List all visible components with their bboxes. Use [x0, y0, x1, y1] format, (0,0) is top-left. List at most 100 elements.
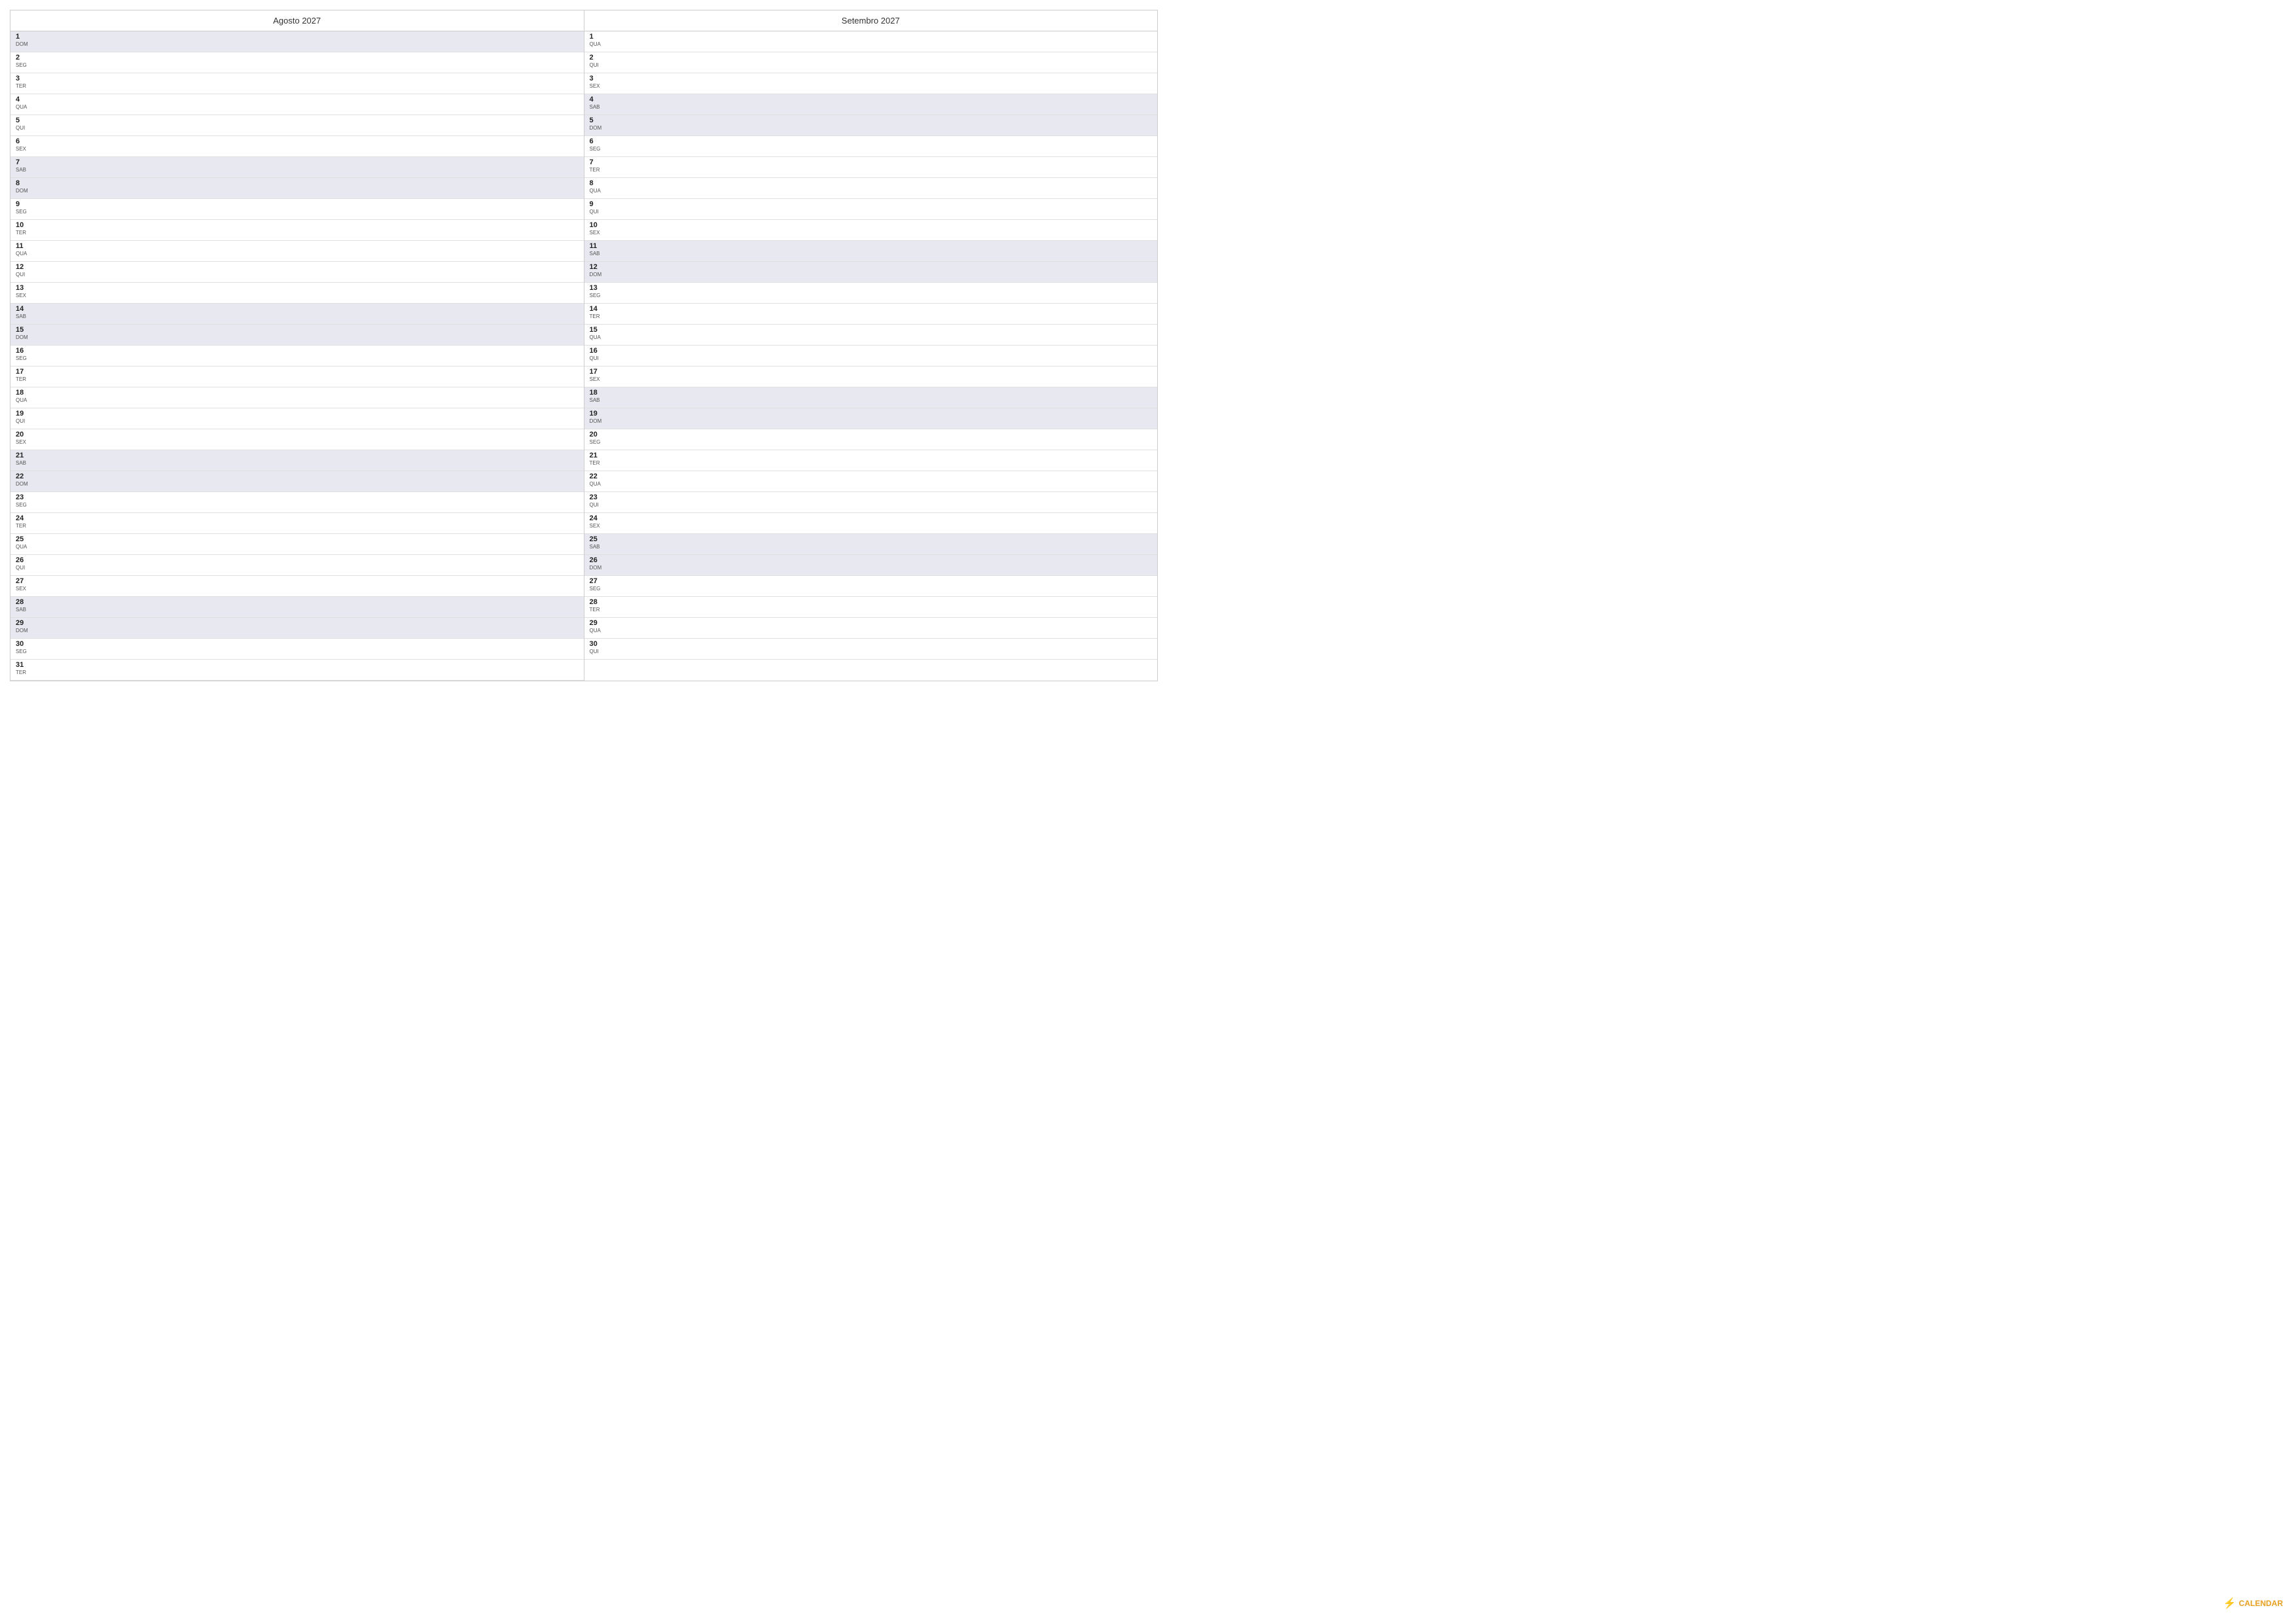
day-row: 7TER [584, 157, 1158, 178]
day-name: QUA [590, 628, 603, 633]
day-number: 24 [16, 514, 29, 523]
day-name: QUI [590, 356, 603, 361]
day-number: 2 [590, 54, 603, 62]
day-row: 30QUI [584, 639, 1158, 660]
day-number: 25 [590, 535, 603, 544]
day-number: 1 [590, 33, 603, 41]
day-number: 11 [16, 242, 29, 251]
day-name: QUI [16, 565, 29, 571]
day-name: TER [590, 461, 603, 466]
day-number: 27 [590, 577, 603, 586]
day-number: 19 [590, 410, 603, 418]
day-row: 6SEG [584, 136, 1158, 157]
day-name: DOM [16, 628, 29, 633]
day-number: 17 [590, 368, 603, 376]
day-name: QUA [590, 188, 603, 194]
day-name: QUA [590, 482, 603, 487]
day-name: TER [590, 607, 603, 613]
day-number: 13 [590, 284, 603, 293]
day-name: DOM [16, 482, 29, 487]
day-name: SAB [590, 544, 603, 550]
day-number: 23 [16, 493, 29, 502]
day-name: SEG [16, 63, 29, 68]
day-name: QUI [16, 126, 29, 131]
day-name: QUA [16, 105, 29, 110]
month-header-setembro-2027: Setembro 2027 [584, 10, 1158, 31]
day-name: SEX [590, 230, 603, 236]
day-number: 18 [590, 389, 603, 397]
day-row: 17SEX [584, 366, 1158, 387]
day-row: 31TER [10, 660, 584, 681]
day-name: SAB [16, 168, 29, 173]
day-row: 26DOM [584, 555, 1158, 576]
day-row: 8QUA [584, 178, 1158, 199]
day-row: 20SEX [10, 429, 584, 450]
day-row: 9SEG [10, 199, 584, 220]
day-name: QUA [16, 398, 29, 403]
day-name: SEX [16, 147, 29, 152]
day-row: 3SEX [584, 73, 1158, 94]
day-name: DOM [16, 335, 29, 340]
day-number: 11 [590, 242, 603, 251]
day-name: SAB [590, 251, 603, 257]
day-number: 31 [16, 661, 29, 669]
day-row: 3TER [10, 73, 584, 94]
day-row: 5QUI [10, 115, 584, 136]
day-number: 5 [16, 116, 29, 125]
day-row: 23SEG [10, 492, 584, 513]
day-row: 18SAB [584, 387, 1158, 408]
day-row: 5DOM [584, 115, 1158, 136]
day-row: 29QUA [584, 618, 1158, 639]
day-name: QUA [16, 251, 29, 257]
day-number: 26 [16, 556, 29, 565]
day-row: 22QUA [584, 471, 1158, 492]
month-column-agosto-2027: Agosto 20271DOM2SEG3TER4QUA5QUI6SEX7SAB8… [10, 10, 584, 681]
day-name: SEG [590, 440, 603, 445]
day-number: 16 [590, 347, 603, 355]
day-name: QUI [16, 419, 29, 424]
day-name: QUI [590, 63, 603, 68]
day-name: SAB [590, 105, 603, 110]
day-name: QUA [590, 335, 603, 340]
day-number: 30 [590, 640, 603, 649]
day-number: 9 [16, 200, 29, 209]
day-number: 29 [590, 619, 603, 628]
watermark-icon: ⚡ [2223, 1597, 2236, 1610]
day-name: TER [16, 84, 29, 89]
day-number: 21 [16, 452, 29, 460]
day-row: 24SEX [584, 513, 1158, 534]
day-number: 6 [16, 137, 29, 146]
day-name: QUI [590, 503, 603, 508]
day-number: 20 [16, 431, 29, 439]
day-row: 12QUI [10, 262, 584, 283]
day-number: 5 [590, 116, 603, 125]
day-number: 25 [16, 535, 29, 544]
day-name: QUA [16, 544, 29, 550]
day-name: QUI [590, 209, 603, 215]
day-row: 1QUA [584, 31, 1158, 52]
day-number: 17 [16, 368, 29, 376]
watermark: ⚡ CALENDAR [2223, 1597, 2283, 1610]
day-row: 28SAB [10, 597, 584, 618]
day-name: DOM [590, 565, 603, 571]
month-column-setembro-2027: Setembro 20271QUA2QUI3SEX4SAB5DOM6SEG7TE… [584, 10, 1158, 681]
day-number: 24 [590, 514, 603, 523]
day-row: 16QUI [584, 346, 1158, 366]
day-name: SEX [590, 524, 603, 529]
day-row: 13SEG [584, 283, 1158, 304]
day-name: SEX [590, 84, 603, 89]
day-row: 28TER [584, 597, 1158, 618]
day-number: 6 [590, 137, 603, 146]
day-name: TER [16, 524, 29, 529]
day-number: 7 [590, 158, 603, 167]
day-row: 27SEG [584, 576, 1158, 597]
day-row: 29DOM [10, 618, 584, 639]
day-name: SEG [16, 503, 29, 508]
day-number: 2 [16, 54, 29, 62]
day-row: 22DOM [10, 471, 584, 492]
day-number: 3 [590, 75, 603, 83]
day-name: DOM [590, 419, 603, 424]
day-row: 17TER [10, 366, 584, 387]
day-name: DOM [16, 188, 29, 194]
day-name: SEG [16, 209, 29, 215]
